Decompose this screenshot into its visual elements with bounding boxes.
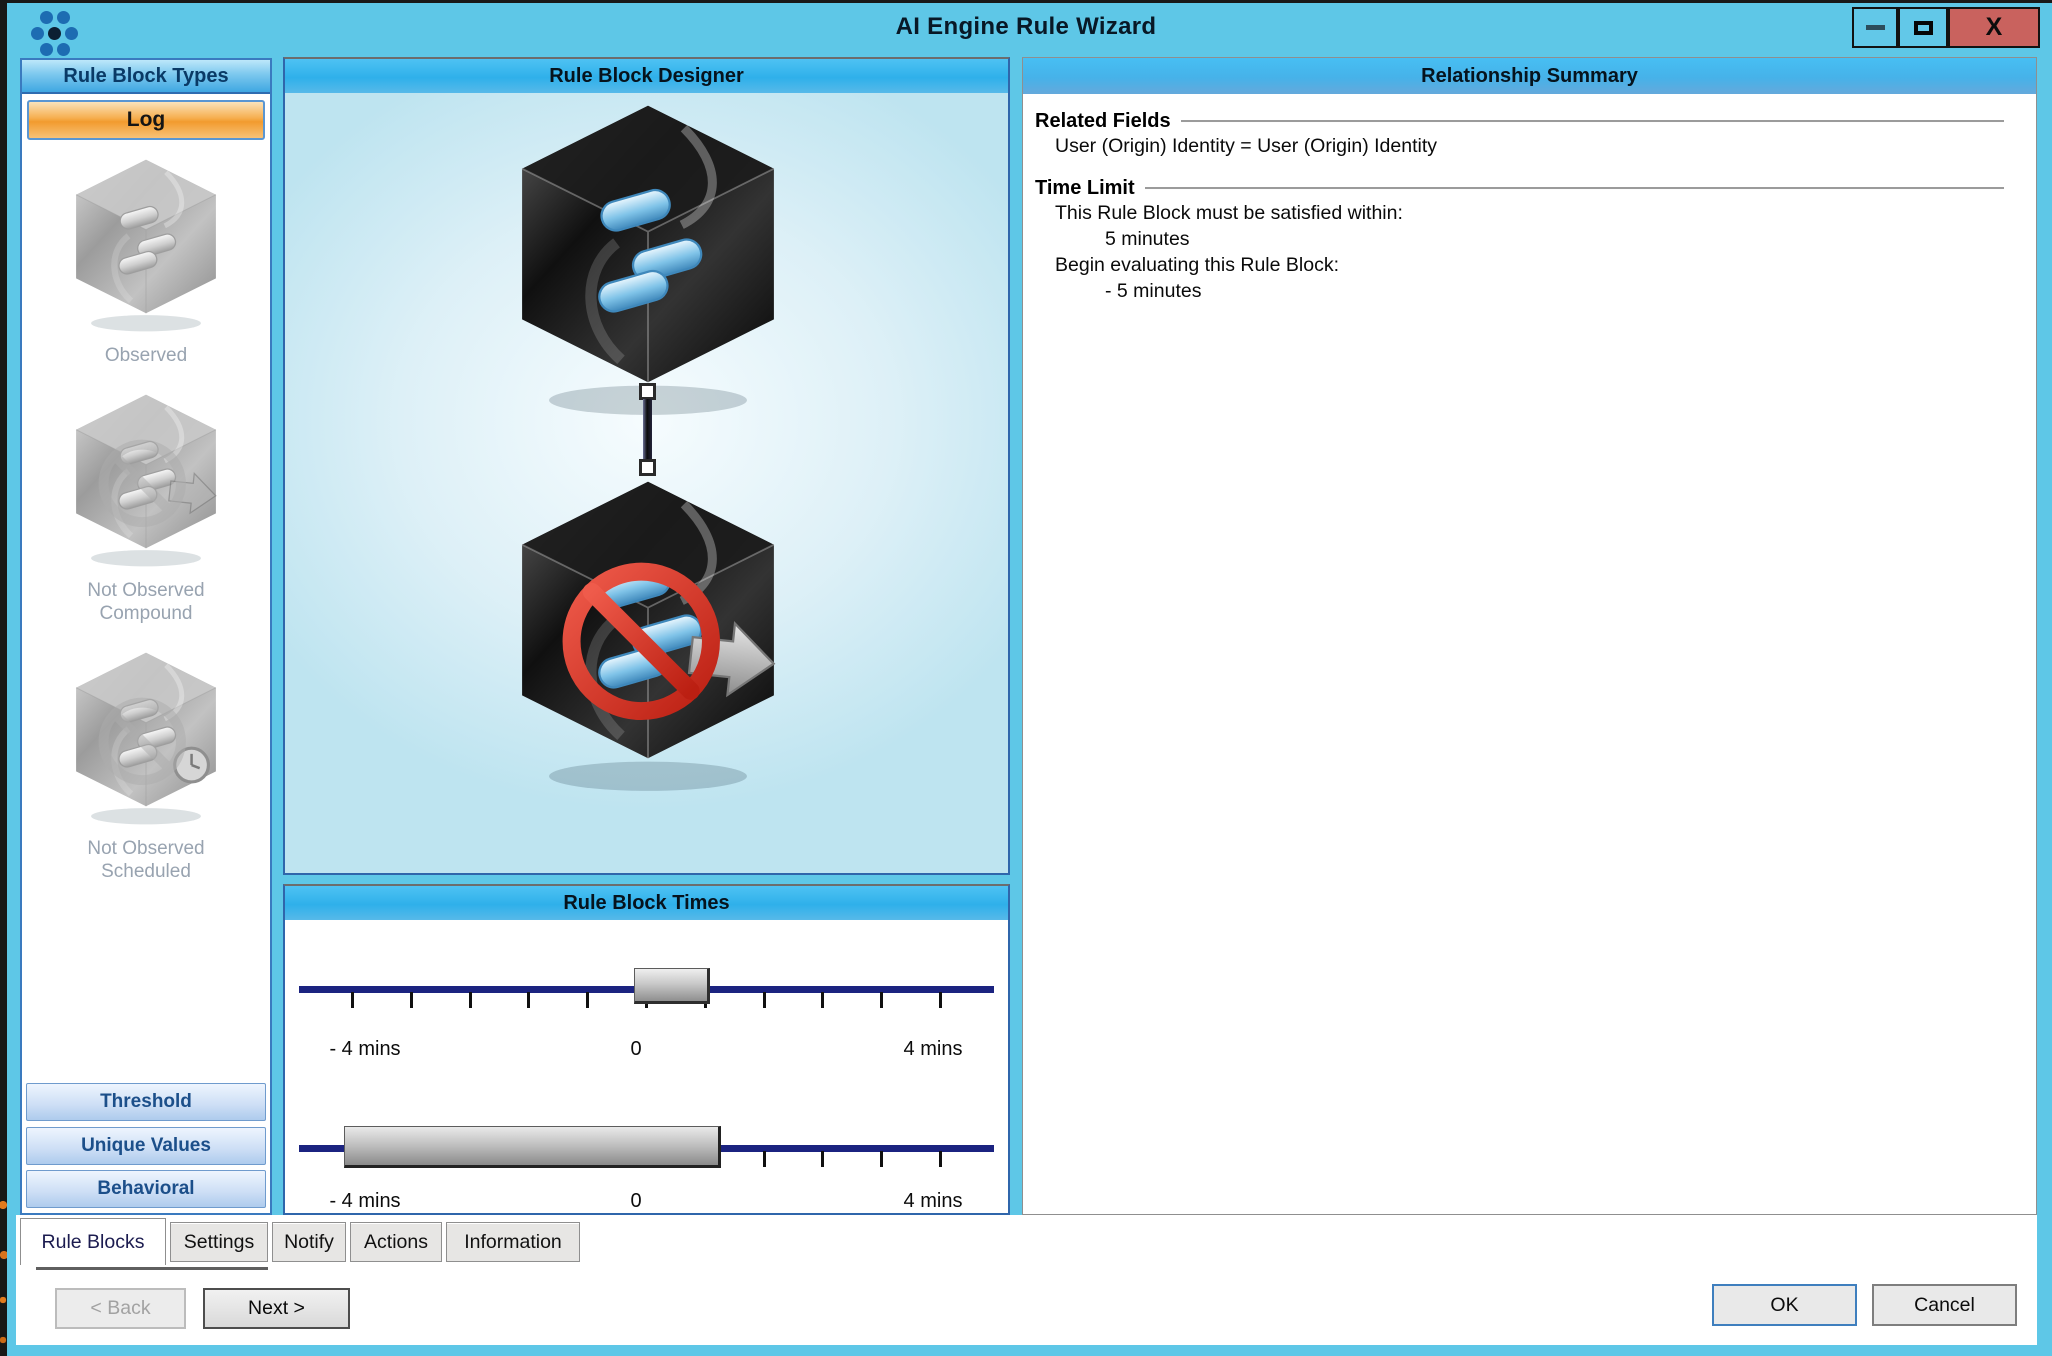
not-observed-compound-cube-icon [71,559,221,576]
not-observed-rule-block-cube[interactable] [513,475,783,801]
relationship-summary-body: Related Fields User (Origin) Identity = … [1023,94,2036,304]
rule-block-designer-panel: Rule Block Designer [283,57,1010,875]
begin-evaluating-line: Begin evaluating this Rule Block: [1035,252,2014,278]
behavioral-category-button[interactable]: Behavioral [26,1170,266,1208]
link-connector[interactable] [643,399,652,463]
active-tab-underline [36,1267,268,1270]
threshold-category-button[interactable]: Threshold [26,1083,266,1121]
slider-label-min: - 4 mins [329,1038,400,1061]
type-item-observed[interactable]: Observed [22,156,270,367]
section-divider [1181,120,2004,123]
link-top-handle[interactable] [639,383,656,400]
rule-block-types-panel: Rule Block Types Log Observed Not Observ… [20,58,272,1215]
slider-label-zero: 0 [630,1190,641,1213]
ai-engine-rule-wizard-window: AI Engine Rule Wizard X Rule Block Types… [0,0,2052,1356]
begin-evaluating-value: - 5 minutes [1035,278,2014,304]
rule-block-time-slider-handle[interactable] [634,968,710,1004]
link-bottom-handle[interactable] [639,459,656,476]
close-icon: X [1986,13,2003,42]
rule-block-designer-header: Rule Block Designer [285,59,1008,93]
evaluation-window-range-bar[interactable] [344,1126,721,1168]
tab-actions[interactable]: Actions [350,1222,442,1262]
desktop-edge-strip [0,0,7,1356]
rule-block-times-panel: Rule Block Times - 4 mins 0 4 mins - 4 m… [283,884,1010,1215]
minimize-button[interactable] [1852,7,1898,48]
type-item-not-observed-scheduled[interactable]: Not Observed Scheduled [22,649,270,883]
slider-label-zero: 0 [630,1038,641,1061]
log-category-button[interactable]: Log [27,100,265,140]
window-title: AI Engine Rule Wizard [0,13,2052,41]
cancel-button[interactable]: Cancel [1872,1284,2017,1326]
slider-label-max: 4 mins [904,1190,963,1213]
relationship-summary-panel: Relationship Summary Related Fields User… [1022,57,2037,1215]
tab-settings[interactable]: Settings [170,1222,268,1262]
tab-information[interactable]: Information [446,1222,580,1262]
maximize-icon [1914,21,1933,35]
minimize-icon [1866,25,1885,30]
observed-rule-block-cube[interactable] [513,99,783,425]
relationship-summary-header: Relationship Summary [1023,58,2036,94]
not-observed-scheduled-cube-icon [71,817,221,834]
related-fields-line: User (Origin) Identity = User (Origin) I… [1035,133,2014,159]
type-label: Observed [22,344,270,367]
next-button[interactable]: Next > [203,1288,350,1329]
type-item-not-observed-compound[interactable]: Not Observed Compound [22,391,270,625]
section-title: Time Limit [1035,177,1135,200]
time-limit-line: This Rule Block must be satisfied within… [1035,200,2014,226]
tab-notify[interactable]: Notify [272,1222,346,1262]
titlebar: AI Engine Rule Wizard X [0,3,2052,55]
section-title: Related Fields [1035,110,1171,133]
tab-rule-blocks[interactable]: Rule Blocks [20,1218,166,1265]
time-limit-value: 5 minutes [1035,226,2014,252]
type-label: Not Observed Compound [22,579,270,625]
type-label: Not Observed Scheduled [22,837,270,883]
designer-canvas[interactable] [285,93,1008,873]
section-divider [1145,187,2004,190]
slider-label-min: - 4 mins [329,1190,400,1213]
back-button[interactable]: < Back [55,1288,186,1329]
observed-cube-icon [71,324,221,341]
unique-values-category-button[interactable]: Unique Values [26,1127,266,1165]
maximize-button[interactable] [1898,7,1948,48]
time-limit-section-header: Time Limit [1035,177,2014,200]
related-fields-section-header: Related Fields [1035,110,2014,133]
rule-block-times-body: - 4 mins 0 4 mins - 4 mins 0 4 mins [285,920,1008,1215]
rule-block-types-header: Rule Block Types [22,60,270,94]
slider-label-max: 4 mins [904,1038,963,1061]
rule-block-times-header: Rule Block Times [285,886,1008,920]
close-button[interactable]: X [1948,7,2040,48]
ok-button[interactable]: OK [1712,1284,1857,1326]
